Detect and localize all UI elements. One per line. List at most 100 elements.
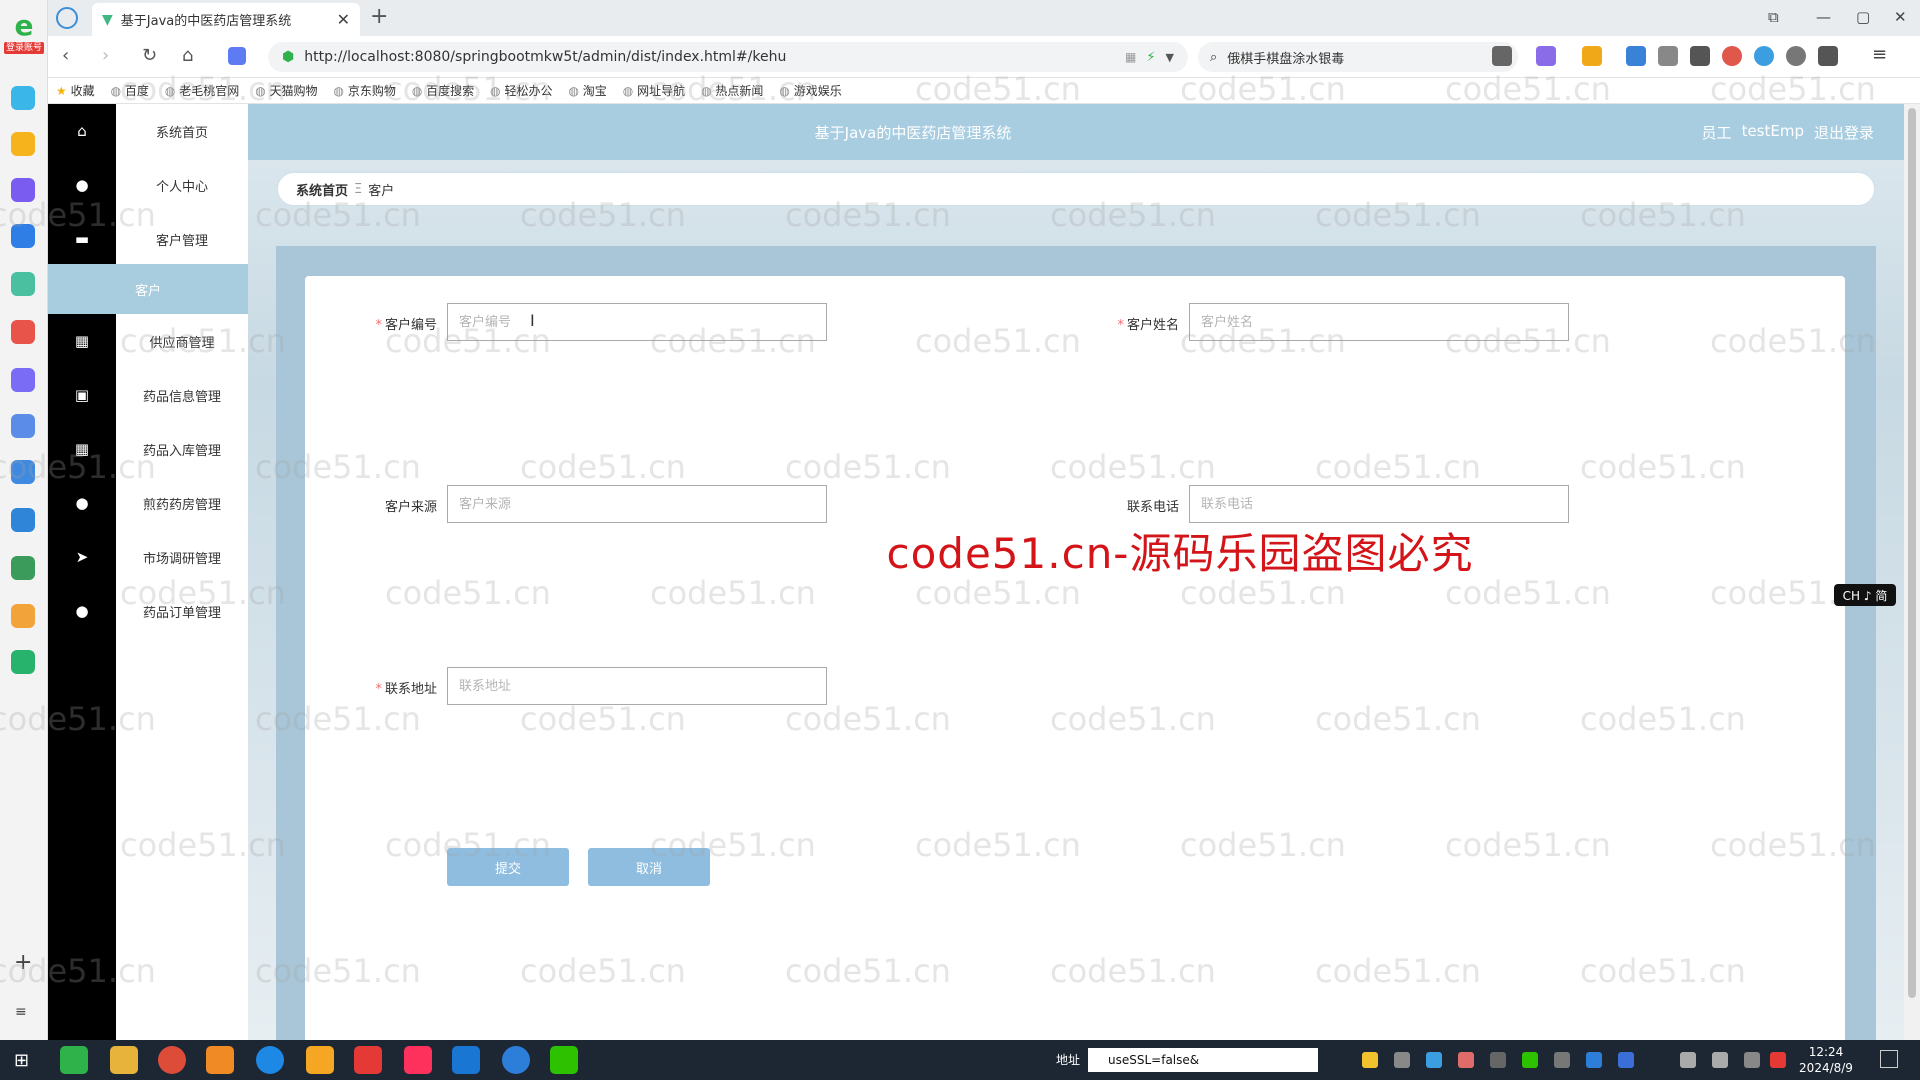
rail-image-icon[interactable]: [11, 272, 35, 296]
rail-app-icon[interactable]: [11, 86, 35, 110]
taskbar-idea-icon[interactable]: [404, 1046, 432, 1074]
cut-icon[interactable]: [1492, 46, 1512, 66]
taskbar-edge-icon[interactable]: [256, 1046, 284, 1074]
home-icon[interactable]: ⌂: [182, 45, 193, 66]
bookmark-games[interactable]: 游戏娱乐: [779, 82, 842, 99]
rail-star-icon[interactable]: [11, 132, 35, 156]
url-dropdown-icon[interactable]: ▼: [1166, 51, 1174, 64]
rail-mail-icon[interactable]: [11, 650, 35, 674]
minimize-icon[interactable]: —: [1816, 8, 1831, 26]
grid-icon[interactable]: [1690, 46, 1710, 66]
customer-name-input[interactable]: [1189, 303, 1569, 341]
maximize-icon[interactable]: ▢: [1856, 8, 1870, 26]
tab-active[interactable]: ▼ 基于Java的中医药店管理系统 ✕: [92, 3, 360, 36]
sidebar-item-home[interactable]: 系统首页: [116, 104, 248, 158]
browser-menu-icon[interactable]: ≡: [1872, 44, 1887, 65]
sidebar-item-customers[interactable]: 客户管理: [116, 212, 248, 266]
tray-sogou-icon[interactable]: [1770, 1052, 1786, 1068]
tray-game-icon[interactable]: [1458, 1052, 1474, 1068]
search-box[interactable]: ⌕ 俄棋手棋盘涂水银毒: [1198, 42, 1518, 72]
close-window-icon[interactable]: ✕: [1894, 8, 1907, 26]
address-input[interactable]: [447, 667, 827, 705]
sidebar-item-suppliers[interactable]: 供应商管理: [116, 314, 248, 368]
tab-close-icon[interactable]: ✕: [337, 10, 350, 29]
sidebar-item-drug-stock-in[interactable]: 药品入库管理: [116, 422, 248, 476]
tray-device-icon[interactable]: [1554, 1052, 1570, 1068]
submit-button[interactable]: 提交: [447, 848, 569, 886]
tray-vscode-icon[interactable]: [1426, 1052, 1442, 1068]
rail-translate-icon[interactable]: [11, 508, 35, 532]
taskbar-chrome-icon[interactable]: [158, 1046, 186, 1074]
settings-icon[interactable]: [1786, 46, 1806, 66]
windows-start-icon[interactable]: ⊞: [14, 1050, 29, 1071]
tray-wechat-icon[interactable]: [1522, 1052, 1538, 1068]
tray-user-icon[interactable]: [1490, 1052, 1506, 1068]
back-icon[interactable]: ‹: [62, 45, 69, 66]
person-icon[interactable]: ●: [48, 476, 116, 530]
taskbar-sublime-icon[interactable]: [206, 1046, 234, 1074]
tray-app2-icon[interactable]: [1586, 1052, 1602, 1068]
rail-ai2-icon[interactable]: [11, 224, 35, 248]
taskbar-wps-icon[interactable]: [354, 1046, 382, 1074]
bookmark-taobao[interactable]: 淘宝: [568, 82, 607, 99]
restore-pin-icon[interactable]: ⧉: [1768, 8, 1779, 26]
bookmark-baidu-search[interactable]: 百度搜索: [412, 82, 474, 99]
bookmark-favorites[interactable]: 收藏: [56, 82, 95, 99]
undo-icon[interactable]: [1818, 46, 1838, 66]
url-bar[interactable]: ⬢ http://localhost:8080/springbootmkw5t/…: [268, 42, 1188, 72]
customer-no-input[interactable]: [447, 303, 827, 341]
taskbar-explorer-icon[interactable]: [110, 1046, 138, 1074]
bulb-icon[interactable]: ●: [48, 584, 116, 638]
taskbar-vscode-icon[interactable]: [502, 1046, 530, 1074]
translate-icon[interactable]: [1536, 46, 1556, 66]
send-icon[interactable]: ➤: [48, 530, 116, 584]
rail-doc-icon[interactable]: [11, 460, 35, 484]
logout-link[interactable]: 退出登录: [1814, 122, 1874, 143]
forward-icon[interactable]: ›: [102, 45, 109, 66]
customer-source-input[interactable]: [447, 485, 827, 523]
bookmark-nav[interactable]: 网址导航: [623, 82, 685, 99]
taskbar-wechat-icon[interactable]: [550, 1046, 578, 1074]
sidebar-subitem-customer[interactable]: 客户: [48, 264, 248, 314]
browser-nav-icon[interactable]: [56, 7, 78, 29]
extensions-icon[interactable]: [1658, 46, 1678, 66]
cancel-button[interactable]: 取消: [588, 848, 710, 886]
sidebar-item-drug-orders[interactable]: 药品订单管理: [116, 584, 248, 638]
browser-logo[interactable]: e 登录账号: [4, 10, 44, 56]
new-tab-button[interactable]: +: [370, 4, 388, 29]
tray-wifi-icon[interactable]: [1680, 1052, 1696, 1068]
tray-ime-icon[interactable]: [1744, 1052, 1760, 1068]
tray-app-icon[interactable]: [1362, 1052, 1378, 1068]
rail-add-icon[interactable]: +: [14, 950, 32, 975]
sidebar-item-decoction[interactable]: 煎药药房管理: [116, 476, 248, 530]
bookmark-tmall[interactable]: 天猫购物: [255, 82, 318, 99]
bookmark-laomaotao[interactable]: 老毛桃官网: [165, 82, 239, 99]
sidebar-item-profile[interactable]: 个人中心: [116, 158, 248, 212]
rail-note-icon[interactable]: [11, 414, 35, 438]
sidebar-item-drug-info[interactable]: 药品信息管理: [116, 368, 248, 422]
find-icon[interactable]: [1626, 46, 1646, 66]
bookmark-news[interactable]: 热点新闻: [701, 82, 763, 99]
taskbar-clock[interactable]: 12:24 2024/8/9: [1796, 1044, 1856, 1076]
page-scrollbar[interactable]: [1904, 104, 1920, 1040]
home-menu-icon[interactable]: ⌂: [48, 104, 116, 158]
taskbar-browser-icon[interactable]: [60, 1046, 88, 1074]
sidebar-item-market-research[interactable]: 市场调研管理: [116, 530, 248, 584]
breadcrumb-home[interactable]: 系统首页: [296, 180, 348, 199]
phone-input[interactable]: [1189, 485, 1569, 523]
taskbar-app-icon[interactable]: [306, 1046, 334, 1074]
grid-menu-icon[interactable]: ▦: [48, 314, 116, 368]
ai-ext-icon[interactable]: [228, 47, 246, 65]
qr-icon[interactable]: ▦: [1125, 50, 1136, 64]
notification-icon[interactable]: [1880, 1050, 1898, 1068]
rail-menu-icon[interactable]: ≡: [15, 1004, 27, 1020]
taskbar-word-icon[interactable]: [452, 1046, 480, 1074]
tray-volume-icon[interactable]: [1712, 1052, 1728, 1068]
rail-weibo-icon[interactable]: [11, 604, 35, 628]
bookmark-office[interactable]: 轻松办公: [490, 82, 552, 99]
bookmark-baidu[interactable]: 百度: [111, 82, 149, 99]
tray-tool-icon[interactable]: [1394, 1052, 1410, 1068]
bookmark-jd[interactable]: 京东购物: [334, 82, 396, 99]
reload-icon[interactable]: ↻: [142, 45, 157, 66]
monitor-icon[interactable]: ▬: [48, 212, 116, 266]
